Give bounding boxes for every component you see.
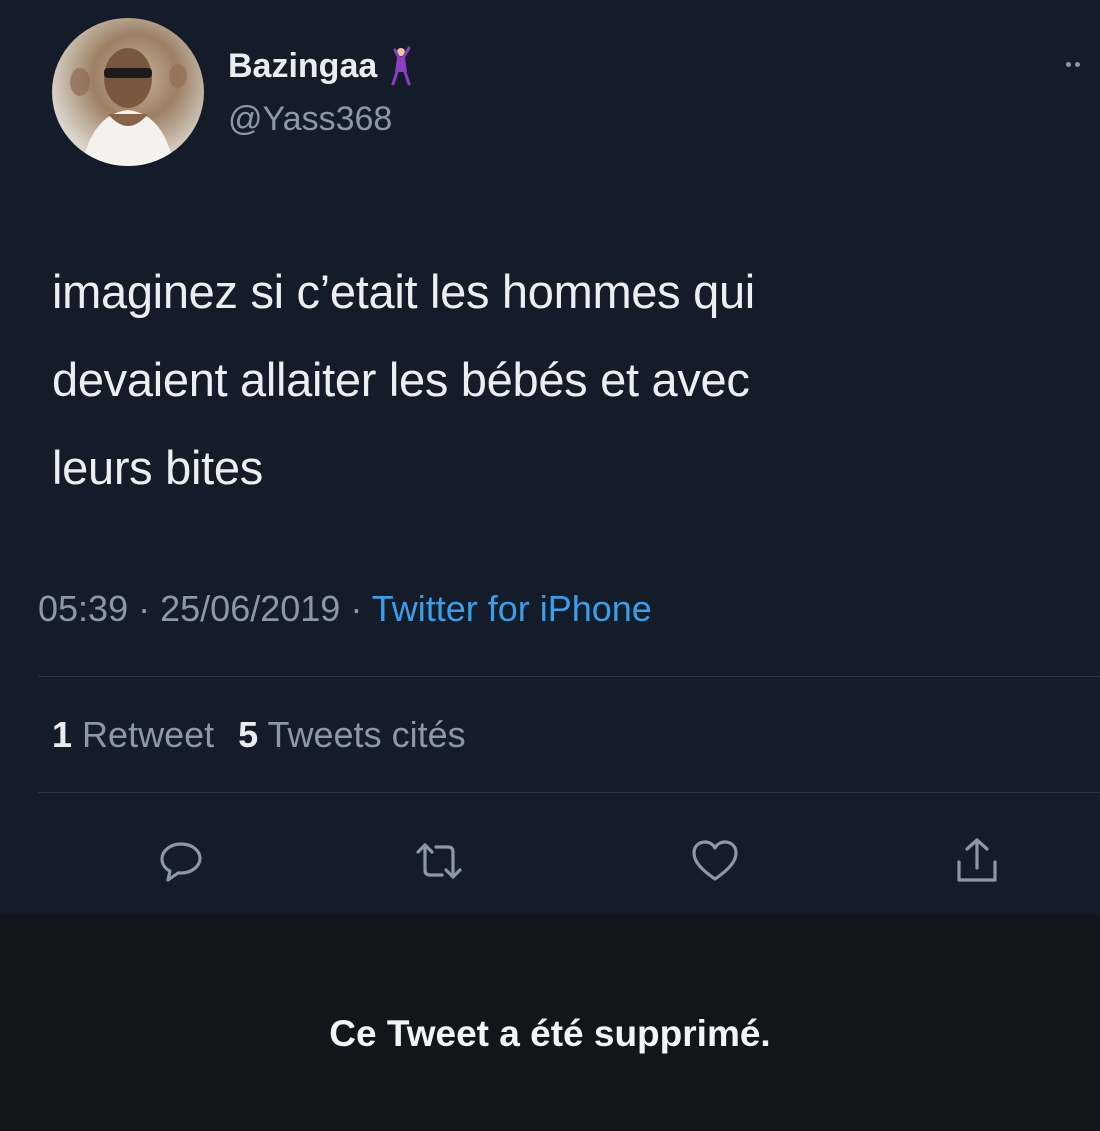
meta-separator: ·: [350, 588, 363, 629]
display-name[interactable]: Bazingaa: [228, 46, 415, 86]
like-icon[interactable]: [688, 834, 742, 888]
divider: [38, 676, 1100, 677]
quotes-stat[interactable]: 5 Tweets cités: [238, 714, 465, 755]
tweet-time: 05:39: [38, 588, 129, 629]
display-name-text: Bazingaa: [228, 46, 378, 85]
tweet-actions: [0, 826, 1100, 896]
avatar[interactable]: [52, 18, 204, 166]
divider: [38, 792, 1100, 793]
tweet-text-line: imaginez si c’etait les hommes qui: [52, 265, 755, 318]
retweet-icon[interactable]: [412, 834, 466, 888]
retweets-count: 1: [52, 714, 73, 755]
deleted-tweet-notice: Ce Tweet a été supprimé.: [329, 1013, 771, 1054]
tweet-card: Bazingaa @Yass368 imaginez si c’etait le…: [0, 0, 1100, 915]
meta-separator: ·: [138, 588, 151, 629]
retweets-label: Retweet: [82, 714, 215, 755]
quotes-label: Tweets cités: [267, 714, 466, 755]
tweet-metadata: 05:39 · 25/06/2019 · Twitter for iPhone: [38, 588, 652, 630]
tweet-text-line: devaient allaiter les bébés et avec: [52, 353, 750, 406]
user-handle[interactable]: @Yass368: [228, 100, 392, 139]
more-options-icon[interactable]: [1066, 62, 1086, 72]
tweet-source-link[interactable]: Twitter for iPhone: [372, 588, 652, 629]
tweet-stats: 1 Retweet 5 Tweets cités: [52, 714, 466, 756]
deleted-tweet-banner: Ce Tweet a été supprimé.: [0, 915, 1100, 1131]
quotes-count: 5: [238, 714, 259, 755]
share-icon[interactable]: [950, 834, 1004, 888]
reply-icon[interactable]: [154, 834, 208, 888]
retweets-stat[interactable]: 1 Retweet: [52, 714, 214, 755]
tweet-date: 25/06/2019: [160, 588, 341, 629]
dancing-person-emoji-icon: [385, 46, 415, 86]
tweet-text-line: leurs bites: [52, 441, 263, 494]
tweet-text: imaginez si c’etait les hommes qui devai…: [52, 248, 1052, 512]
